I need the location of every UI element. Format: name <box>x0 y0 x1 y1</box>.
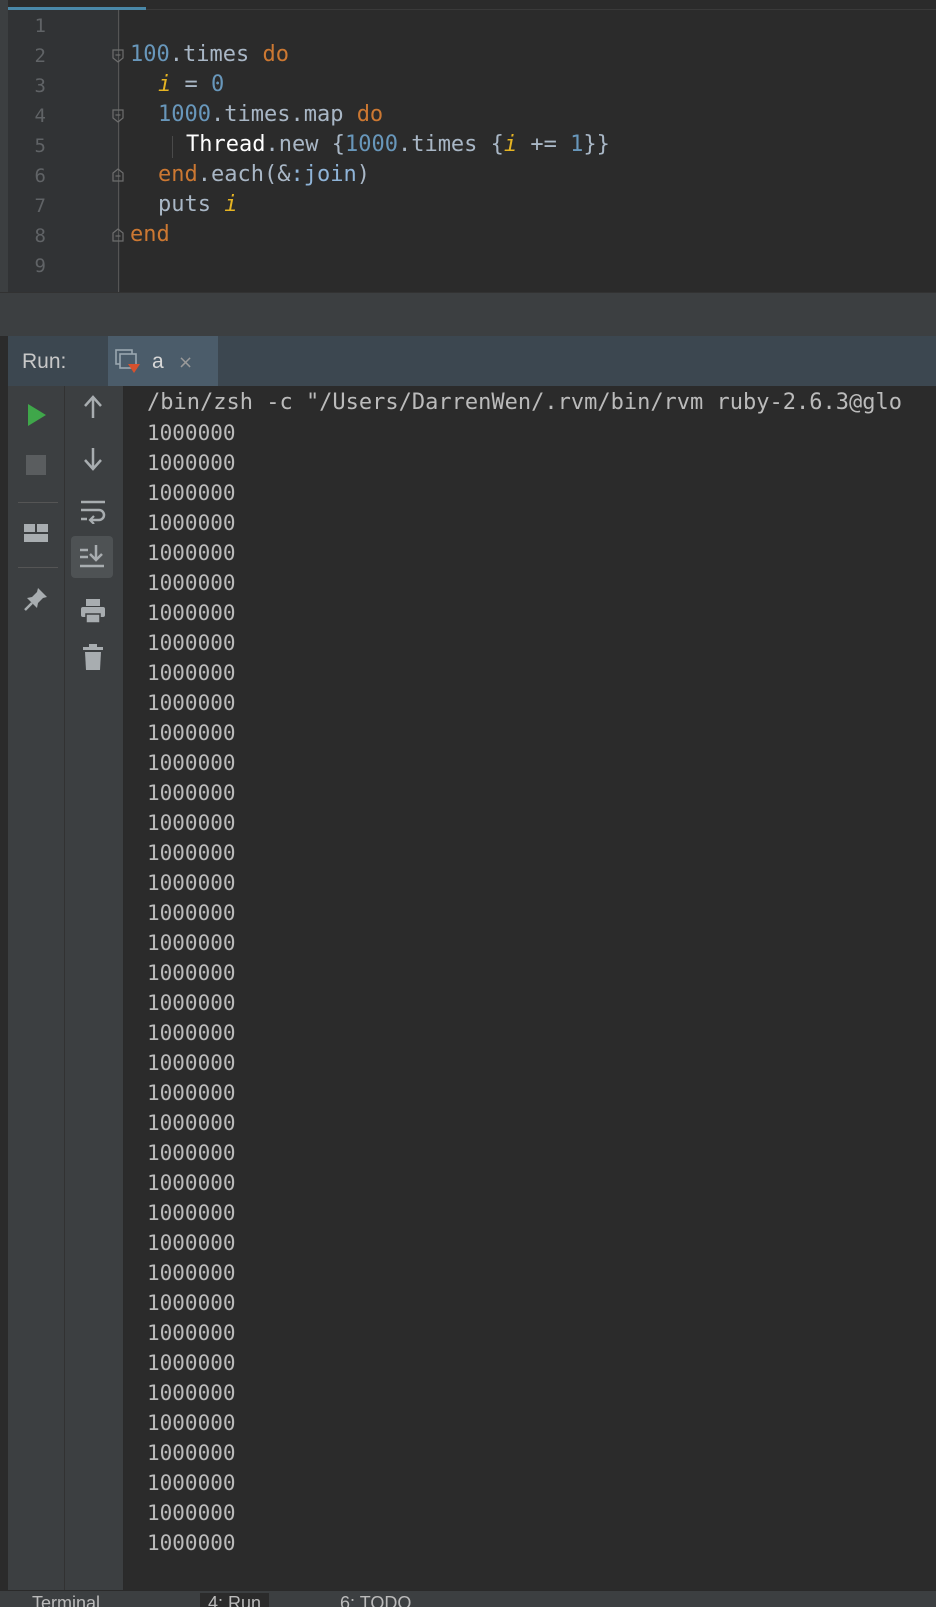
fold-open-icon[interactable] <box>112 109 124 123</box>
console-line: 1000000 <box>147 901 236 925</box>
restore-layout-button[interactable] <box>15 512 57 554</box>
toolbar-separator <box>18 502 58 503</box>
console-line: 1000000 <box>147 631 236 655</box>
console-line: 1000000 <box>147 541 236 565</box>
console-line: 1000000 <box>147 421 236 445</box>
code-line-5: Thread.new {1000.times {i += 1}} <box>186 132 610 157</box>
console-line: 1000000 <box>147 601 236 625</box>
play-icon <box>28 404 46 426</box>
console-line: 1000000 <box>147 781 236 805</box>
console-line: 1000000 <box>147 1051 236 1075</box>
layout-icon <box>24 524 48 542</box>
console-line: 1000000 <box>147 1381 236 1405</box>
rerun-button[interactable] <box>15 394 57 436</box>
print-button[interactable] <box>72 590 114 632</box>
line-number: 7 <box>34 195 46 217</box>
line-number: 8 <box>34 225 46 247</box>
console-line: 1000000 <box>147 1261 236 1285</box>
code-line-8: end <box>130 222 170 247</box>
editor-top-border <box>146 9 936 10</box>
console-line: 1000000 <box>147 991 236 1015</box>
console-line: 1000000 <box>147 511 236 535</box>
console-line: 1000000 <box>147 1171 236 1195</box>
stop-button[interactable] <box>15 444 57 486</box>
console-line: 1000000 <box>147 931 236 955</box>
console-line: 1000000 <box>147 451 236 475</box>
arrow-up-icon <box>84 395 102 418</box>
console-line: 1000000 <box>147 1141 236 1165</box>
code-line-7: puts i <box>158 192 238 217</box>
soft-wrap-button[interactable] <box>72 490 114 532</box>
console-line: 1000000 <box>147 1021 236 1045</box>
fold-open-icon[interactable] <box>112 49 124 63</box>
console-line: 1000000 <box>147 661 236 685</box>
console-command-line: /bin/zsh -c "/Users/DarrenWen/.rvm/bin/r… <box>147 390 902 415</box>
editor-left-strip <box>0 0 8 292</box>
console-line: 1000000 <box>147 1111 236 1135</box>
indent-guide <box>172 136 173 158</box>
run-panel-title: Run: <box>22 350 67 373</box>
line-number: 5 <box>34 135 46 157</box>
tab-run[interactable]: 4: Run <box>200 1593 270 1607</box>
run-config-icon <box>115 349 140 373</box>
toolbar-separator <box>18 567 58 568</box>
window-left-edge <box>0 336 8 1606</box>
line-number: 9 <box>34 255 46 277</box>
line-number: 2 <box>34 45 46 67</box>
console-line: 1000000 <box>147 871 236 895</box>
console-output-lines: 1000000 1000000 1000000 1000000 1000000 10000… <box>147 418 236 1558</box>
console-line: 1000000 <box>147 481 236 505</box>
code-line-4: 1000.times.map do <box>158 102 384 127</box>
run-toolbar-primary <box>8 386 65 1590</box>
tab-terminal[interactable]: Terminal <box>32 1593 100 1607</box>
trash-icon <box>83 644 103 670</box>
tool-window-bar: Terminal 4: Run 6: TODO <box>0 1590 936 1607</box>
arrow-down-icon <box>84 448 102 471</box>
tab-todo[interactable]: 6: TODO <box>340 1593 411 1607</box>
console-line: 1000000 <box>147 841 236 865</box>
clear-all-button[interactable] <box>72 636 114 678</box>
console-output[interactable]: /bin/zsh -c "/Users/DarrenWen/.rvm/bin/r… <box>124 386 936 1590</box>
console-line: 1000000 <box>147 1321 236 1345</box>
fold-close-icon[interactable] <box>112 228 124 242</box>
run-toolbar-secondary <box>65 386 124 1590</box>
stop-icon <box>26 455 46 475</box>
console-line: 1000000 <box>147 571 236 595</box>
line-number: 6 <box>34 165 46 187</box>
console-line: 1000000 <box>147 751 236 775</box>
console-line: 1000000 <box>147 1531 236 1555</box>
console-line: 1000000 <box>147 1501 236 1525</box>
code-line-3: i = 0 <box>158 72 225 97</box>
code-line-2: 100.times do <box>130 42 289 67</box>
console-line: 1000000 <box>147 1411 236 1435</box>
scroll-to-end-button[interactable] <box>71 536 113 578</box>
line-number: 4 <box>34 105 46 127</box>
fold-close-icon[interactable] <box>112 168 124 182</box>
previous-occurrence-button[interactable] <box>72 386 114 428</box>
print-icon <box>81 599 105 624</box>
console-line: 1000000 <box>147 1351 236 1375</box>
console-line: 1000000 <box>147 691 236 715</box>
run-tab-label[interactable]: a <box>152 350 164 374</box>
console-line: 1000000 <box>147 1201 236 1225</box>
console-line: 1000000 <box>147 721 236 745</box>
scroll-to-end-icon <box>80 545 104 568</box>
console-line: 1000000 <box>147 1441 236 1465</box>
soft-wrap-icon <box>81 500 106 524</box>
next-occurrence-button[interactable] <box>72 438 114 480</box>
line-number: 1 <box>34 15 46 37</box>
pin-icon <box>24 588 47 611</box>
line-number: 3 <box>34 75 46 97</box>
console-line: 1000000 <box>147 811 236 835</box>
code-editor[interactable]: 1 2 3 4 5 6 7 8 9 100.times do i = 0 100… <box>0 0 936 292</box>
console-line: 1000000 <box>147 1291 236 1315</box>
console-line: 1000000 <box>147 1471 236 1495</box>
console-line: 1000000 <box>147 1081 236 1105</box>
console-line: 1000000 <box>147 1231 236 1255</box>
close-icon[interactable]: × <box>178 352 193 373</box>
panel-splitter[interactable] <box>0 292 936 337</box>
code-line-6: end.each(&:join) <box>158 162 370 187</box>
console-line: 1000000 <box>147 961 236 985</box>
pin-tab-button[interactable] <box>15 578 57 620</box>
